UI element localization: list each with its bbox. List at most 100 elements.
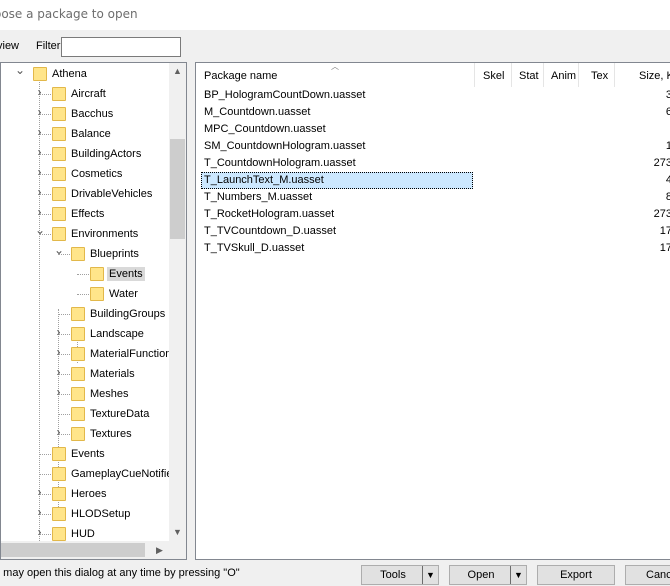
tree-item[interactable]: › Meshes bbox=[1, 384, 169, 404]
dropdown-arrow-icon[interactable]: ▼ bbox=[510, 566, 526, 584]
tree-item-label: DrivableVehicles bbox=[71, 188, 153, 200]
scroll-right-icon[interactable]: ▶ bbox=[151, 541, 168, 559]
table-row[interactable]: SM_CountdownHologram.uasset 1 bbox=[196, 138, 670, 155]
tree-item[interactable]: › Balance bbox=[1, 124, 169, 144]
tree-item[interactable]: BuildingGroups bbox=[1, 304, 169, 324]
expand-arrow-icon[interactable]: › bbox=[35, 186, 44, 198]
tree-item[interactable]: › Aircraft bbox=[1, 84, 169, 104]
tree-item[interactable]: › MaterialFunctions bbox=[1, 344, 169, 364]
tree-item[interactable]: › Textures bbox=[1, 424, 169, 444]
package-name-cell: M_Countdown.uasset bbox=[204, 106, 311, 118]
collapse-arrow-icon[interactable]: ⌄ bbox=[15, 64, 25, 76]
column-skel[interactable]: Skel bbox=[475, 63, 512, 87]
filter-input[interactable] bbox=[61, 37, 181, 57]
table-row[interactable]: M_Countdown.uasset 6 bbox=[196, 104, 670, 121]
scroll-up-icon[interactable]: ▲ bbox=[169, 63, 186, 80]
tree-item-label: Materials bbox=[90, 368, 135, 380]
tree-item[interactable]: › Heroes bbox=[1, 484, 169, 504]
column-tex[interactable]: Tex bbox=[579, 63, 615, 87]
tree-item[interactable]: › Materials bbox=[1, 364, 169, 384]
tree-item[interactable]: ⌄ Athena bbox=[1, 64, 169, 84]
tree-item-label: Effects bbox=[71, 208, 105, 220]
tree-guide-line bbox=[77, 274, 89, 275]
dropdown-arrow-icon[interactable]: ▼ bbox=[422, 566, 438, 584]
expand-arrow-icon[interactable]: › bbox=[35, 506, 44, 518]
tree-vertical-scrollbar[interactable]: ▲ ▼ bbox=[169, 63, 186, 541]
expand-arrow-icon[interactable]: › bbox=[35, 146, 44, 158]
folder-icon bbox=[71, 347, 85, 361]
expand-arrow-icon[interactable]: › bbox=[35, 126, 44, 138]
column-stat[interactable]: Stat bbox=[512, 63, 544, 87]
tree-hscroll-thumb[interactable] bbox=[1, 543, 145, 557]
folder-tree[interactable]: ⌄ Athena › Aircraft › Bacchus › Balance › Buildin… bbox=[0, 62, 187, 560]
tree-item[interactable]: › Landscape bbox=[1, 324, 169, 344]
tree-item[interactable]: ⌄ Environments bbox=[1, 224, 169, 244]
package-size-cell: 17 bbox=[659, 225, 670, 237]
expand-arrow-icon[interactable]: › bbox=[54, 326, 63, 338]
column-label: Size, K bbox=[639, 70, 670, 82]
cancel-button[interactable]: Canc bbox=[625, 565, 670, 585]
table-row[interactable]: T_RocketHologram.uasset 273 bbox=[196, 206, 670, 223]
tree-item[interactable]: TextureData bbox=[1, 404, 169, 424]
tree-item[interactable]: › DrivableVehicles bbox=[1, 184, 169, 204]
expand-arrow-icon[interactable]: › bbox=[54, 366, 63, 378]
tree-item[interactable]: Events bbox=[1, 264, 169, 284]
tree-item[interactable]: › Effects bbox=[1, 204, 169, 224]
table-row[interactable]: T_TVSkull_D.uasset 17 bbox=[196, 240, 670, 257]
column-size[interactable]: Size, K bbox=[615, 63, 670, 87]
tree-item-label: Balance bbox=[71, 128, 111, 140]
expand-arrow-icon[interactable]: › bbox=[54, 346, 63, 358]
tree-item-label: BuildingGroups bbox=[90, 308, 166, 320]
tree-horizontal-scrollbar[interactable]: ▶ bbox=[1, 541, 169, 559]
folder-icon bbox=[52, 167, 66, 181]
tree-item[interactable]: › HUD bbox=[1, 524, 169, 541]
tree-item[interactable]: › BuildingActors bbox=[1, 144, 169, 164]
folder-tree-content: ⌄ Athena › Aircraft › Bacchus › Balance › Buildin… bbox=[1, 63, 169, 541]
expand-arrow-icon[interactable]: › bbox=[35, 106, 44, 118]
column-label: Package name bbox=[204, 70, 278, 82]
expand-arrow-icon[interactable]: › bbox=[35, 166, 44, 178]
export-button[interactable]: Export bbox=[537, 565, 615, 585]
column-package-name[interactable]: ︿ Package name bbox=[196, 63, 475, 87]
table-row[interactable]: T_CountdownHologram.uasset 273 bbox=[196, 155, 670, 172]
expand-arrow-icon[interactable]: › bbox=[35, 526, 44, 538]
table-row[interactable]: BP_HologramCountDown.uasset 3 bbox=[196, 87, 670, 104]
expand-arrow-icon[interactable]: › bbox=[35, 206, 44, 218]
table-row[interactable]: T_Numbers_M.uasset 8 bbox=[196, 189, 670, 206]
tree-item[interactable]: Water bbox=[1, 284, 169, 304]
tree-item[interactable]: ⌄ Blueprints bbox=[1, 244, 169, 264]
expand-arrow-icon[interactable]: › bbox=[54, 426, 63, 438]
table-row[interactable]: MPC_Countdown.uasset bbox=[196, 121, 670, 138]
tree-item[interactable]: GameplayCueNotifies bbox=[1, 464, 169, 484]
open-button[interactable]: Open ▼ bbox=[449, 565, 527, 585]
package-name-cell: T_LaunchText_M.uasset bbox=[204, 174, 324, 186]
collapse-arrow-icon[interactable]: ⌄ bbox=[54, 244, 64, 256]
tree-guide-line bbox=[58, 414, 70, 415]
tree-item[interactable]: › Cosmetics bbox=[1, 164, 169, 184]
package-size-cell: 8 bbox=[612, 191, 670, 203]
folder-icon bbox=[71, 307, 85, 321]
toolbar: view Filter: bbox=[0, 30, 670, 60]
table-row[interactable]: T_TVCountdown_D.uasset 17 bbox=[196, 223, 670, 240]
tree-item[interactable]: › HLODSetup bbox=[1, 504, 169, 524]
tree-scroll-thumb[interactable] bbox=[170, 139, 185, 239]
tree-item-label: Cosmetics bbox=[71, 168, 123, 180]
tools-button[interactable]: Tools ▼ bbox=[361, 565, 439, 585]
tree-item[interactable]: › Bacchus bbox=[1, 104, 169, 124]
folder-icon bbox=[52, 447, 66, 461]
folder-icon bbox=[52, 207, 66, 221]
tree-item-label: Landscape bbox=[90, 328, 144, 340]
folder-icon bbox=[71, 427, 85, 441]
expand-arrow-icon[interactable]: › bbox=[35, 86, 44, 98]
tree-item[interactable]: Events bbox=[1, 444, 169, 464]
expand-arrow-icon[interactable]: › bbox=[54, 386, 63, 398]
collapse-arrow-icon[interactable]: ⌄ bbox=[35, 224, 45, 236]
table-row[interactable]: T_LaunchText_M.uasset 4 bbox=[196, 172, 670, 189]
column-anim[interactable]: Anim bbox=[544, 63, 579, 87]
package-list[interactable]: ︿ Package name Skel Stat Anim Tex Size, … bbox=[195, 62, 670, 560]
expand-arrow-icon[interactable]: › bbox=[35, 486, 44, 498]
tree-item-label: Athena bbox=[52, 68, 87, 80]
folder-icon bbox=[71, 327, 85, 341]
package-size-cell: 6 bbox=[612, 106, 670, 118]
scroll-down-icon[interactable]: ▼ bbox=[169, 524, 186, 541]
